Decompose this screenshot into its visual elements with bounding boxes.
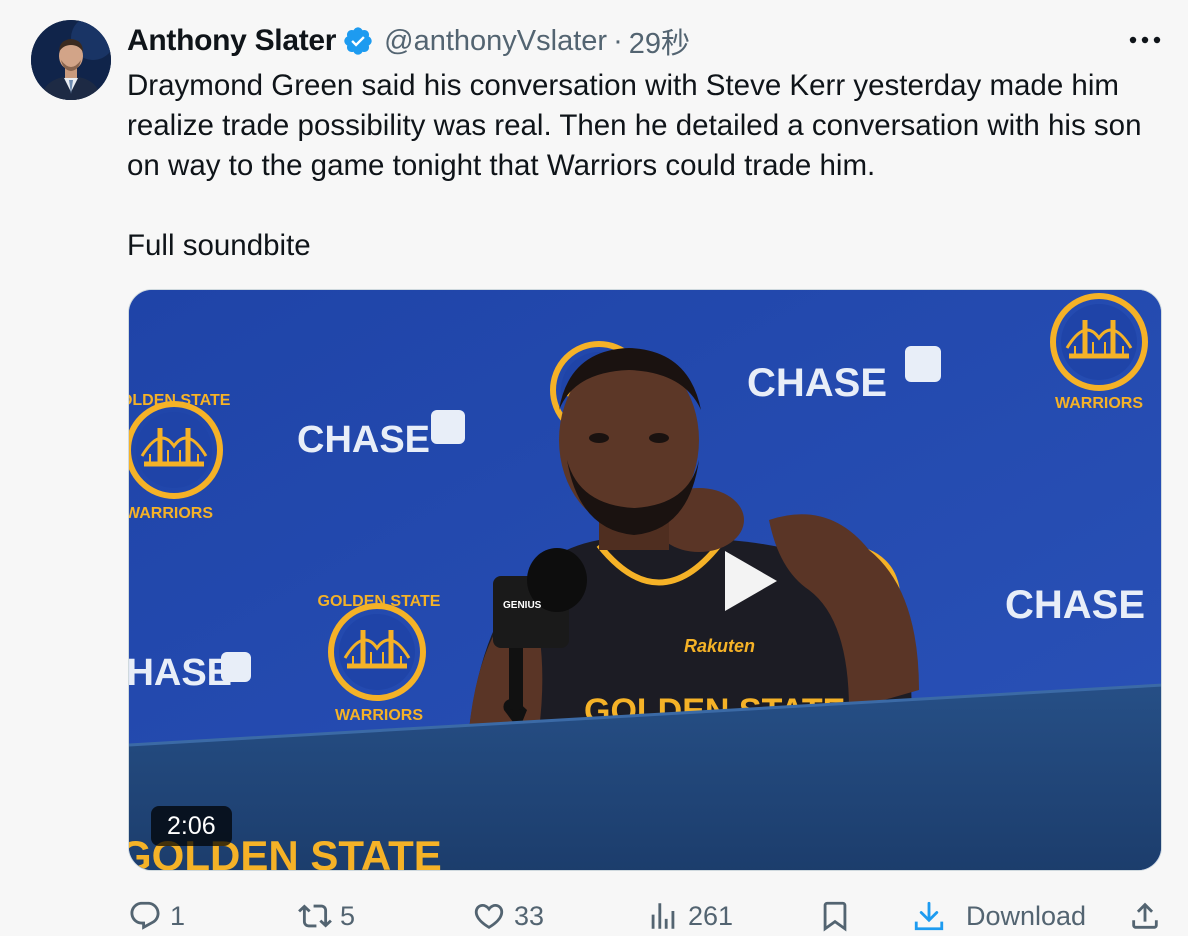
author-display-name[interactable]: Anthony Slater [127,24,336,58]
svg-text:GOLDEN STATE: GOLDEN STATE [318,593,441,610]
retweet-icon [298,904,332,928]
avatar[interactable] [31,20,111,100]
tweet-body-secondary: Full soundbite [127,229,311,262]
retweet-button[interactable]: 5 [298,896,355,936]
svg-text:Rakuten: Rakuten [684,636,755,656]
heart-icon [474,903,504,929]
tweet-actions: 1 5 33 261 Download [0,896,1188,936]
tweet-text: Draymond Green said his conversation wit… [127,66,1172,266]
views-count: 261 [688,900,734,931]
views-button[interactable]: 261 [646,896,733,936]
svg-text:WARRIORS: WARRIORS [1055,395,1143,412]
like-button[interactable]: 33 [472,896,544,936]
views-chart-icon [651,903,675,929]
verified-badge-icon[interactable] [342,25,374,57]
reply-button[interactable]: 1 [128,896,185,936]
more-button[interactable] [1128,26,1162,54]
reply-count: 1 [170,900,186,931]
separator-dot: · [613,24,623,57]
svg-text:WARRIORS: WARRIORS [129,505,213,522]
download-icon [914,901,944,931]
video-duration: 2:06 [151,806,232,846]
share-button[interactable] [1128,896,1162,936]
svg-text:CHASE: CHASE [129,652,232,694]
svg-text:CHASE: CHASE [297,419,430,461]
video-thumbnail: GOLDEN STATE WARRIORS GOLDEN STATE WARRI… [129,290,1161,870]
more-icon [1129,36,1161,44]
author-handle[interactable]: @anthonyVslater [384,25,607,58]
tweet-body: Draymond Green said his conversation wit… [127,69,1142,182]
svg-text:GOLDEN STATE: GOLDEN STATE [129,392,231,409]
play-icon[interactable] [721,549,779,613]
svg-text:WARRIORS: WARRIORS [335,707,423,724]
avatar-photo [31,20,111,100]
tweet-timestamp[interactable]: 29秒 [629,20,690,62]
tweet-header: Anthony Slater @anthonyVslater · 29秒 [127,22,690,60]
svg-text:GENIUS: GENIUS [503,600,542,611]
like-count: 33 [514,900,545,931]
reply-icon [130,901,160,930]
svg-text:CHASE: CHASE [1005,583,1145,627]
retweet-count: 5 [340,900,356,931]
download-label: Download [966,900,1087,931]
share-icon [1132,902,1158,929]
download-button[interactable]: Download [912,896,1086,936]
video-player[interactable]: GOLDEN STATE WARRIORS GOLDEN STATE WARRI… [128,289,1162,871]
bookmark-icon [823,901,847,932]
svg-text:CHASE: CHASE [747,361,887,405]
bookmark-button[interactable] [818,896,852,936]
